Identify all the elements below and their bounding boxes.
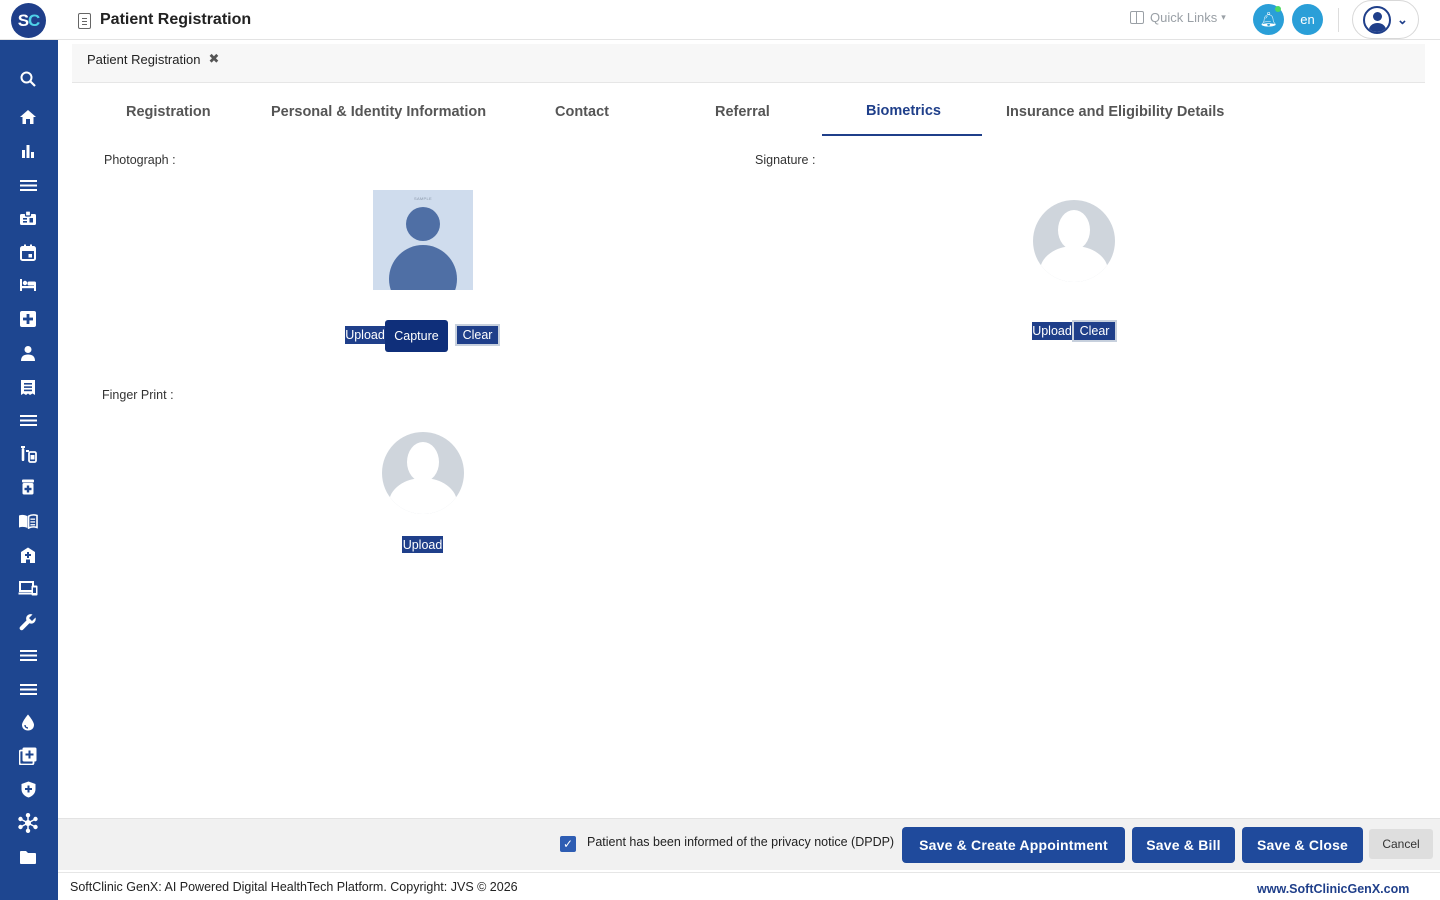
signature-clear-button[interactable]: Clear (1072, 320, 1117, 342)
folder-icon[interactable] (17, 846, 39, 868)
logo-letter-c: C (28, 10, 40, 30)
hub-icon[interactable] (17, 812, 39, 834)
menu-icon[interactable] (17, 174, 39, 196)
top-bar: SC Patient Registration Quick Links ▾ 🔔︎… (0, 0, 1440, 40)
bed-icon[interactable] (17, 274, 39, 296)
sidebar (0, 40, 58, 900)
chevron-down-icon: ⌄ (1397, 11, 1408, 27)
medical-plus-icon[interactable] (17, 308, 39, 330)
notifications-button[interactable]: 🔔︎ (1253, 4, 1284, 35)
save-close-button[interactable]: Save & Close (1242, 827, 1363, 863)
photograph-label: Photograph : (104, 153, 176, 167)
placeholder-head (1058, 210, 1090, 250)
open-tabs-strip: Patient Registration ✖ (72, 44, 1425, 83)
close-icon[interactable]: ✖ (208, 51, 219, 67)
hospital-icon[interactable] (17, 544, 39, 566)
shield-icon[interactable] (17, 778, 39, 800)
home-icon[interactable] (17, 106, 39, 128)
app-logo[interactable]: SC (11, 3, 46, 38)
tab-insurance-eligibility[interactable]: Insurance and Eligibility Details (1006, 104, 1224, 120)
tab-biometrics[interactable]: Biometrics (866, 103, 941, 119)
lab-tubes-icon[interactable] (17, 443, 39, 465)
open-tab-patient-registration[interactable]: Patient Registration ✖ (87, 51, 219, 67)
receipt-icon[interactable] (17, 376, 39, 398)
drop-icon[interactable] (17, 711, 39, 733)
tab-referral[interactable]: Referral (715, 104, 770, 120)
gift-icon (1130, 11, 1144, 24)
clipboard-icon (78, 13, 91, 29)
tab-registration[interactable]: Registration (126, 104, 211, 120)
placeholder-head (407, 442, 439, 482)
notification-dot (1275, 6, 1281, 12)
badge-icon[interactable] (17, 207, 39, 229)
footer-website-link[interactable]: www.SoftClinicGenX.com (1257, 882, 1409, 896)
wrench-icon[interactable] (17, 611, 39, 633)
page-title: Patient Registration (100, 11, 252, 28)
add-box-icon[interactable] (17, 745, 39, 767)
signature-placeholder (1033, 200, 1115, 282)
placeholder-body (389, 478, 457, 514)
medicine-icon[interactable] (17, 476, 39, 498)
photo-sample-text: SAMPLE (413, 196, 433, 201)
user-avatar-icon (1363, 5, 1391, 34)
devices-icon[interactable] (17, 577, 39, 599)
fingerprint-label: Finger Print : (102, 388, 174, 402)
dpdp-checkbox[interactable]: ✓ (560, 836, 576, 852)
photo-clear-button[interactable]: Clear (455, 324, 500, 346)
user-menu[interactable]: ⌄ (1352, 0, 1419, 39)
book-icon[interactable] (17, 510, 39, 532)
calendar-icon[interactable] (17, 241, 39, 263)
open-tab-label: Patient Registration (87, 51, 201, 67)
list-icon[interactable] (17, 409, 39, 431)
signature-upload-button[interactable]: Upload (1032, 322, 1072, 340)
photo-silhouette-body (389, 245, 457, 290)
divider (1338, 8, 1339, 32)
dpdp-label: Patient has been informed of the privacy… (587, 835, 895, 849)
footer-copyright: SoftClinic GenX: AI Powered Digital Heal… (70, 880, 518, 894)
chart-icon[interactable] (17, 140, 39, 162)
placeholder-body (1040, 246, 1108, 282)
active-tab-indicator (822, 134, 982, 136)
caret-down-icon: ▾ (1221, 12, 1226, 22)
person-icon[interactable] (17, 342, 39, 364)
save-bill-button[interactable]: Save & Bill (1132, 827, 1235, 863)
menu-icon[interactable] (17, 678, 39, 700)
bell-icon: 🔔︎ (1259, 11, 1278, 27)
photo-silhouette-head (406, 207, 440, 241)
quick-links-label: Quick Links (1150, 10, 1218, 25)
menu-icon[interactable] (17, 644, 39, 666)
photo-preview: SAMPLE (373, 190, 473, 290)
logo-letter-s: S (17, 10, 29, 30)
search-icon[interactable] (17, 68, 39, 90)
language-button[interactable]: en (1292, 4, 1323, 35)
cancel-button[interactable]: Cancel (1369, 829, 1433, 859)
tab-contact[interactable]: Contact (555, 104, 609, 120)
photo-upload-button[interactable]: Upload (345, 326, 385, 344)
photo-capture-button[interactable]: Capture (385, 320, 448, 352)
quick-links-menu[interactable]: Quick Links ▾ (1130, 10, 1226, 25)
save-create-appointment-button[interactable]: Save & Create Appointment (902, 827, 1125, 863)
tab-personal-identity[interactable]: Personal & Identity Information (271, 104, 486, 120)
fingerprint-upload-button[interactable]: Upload (402, 536, 443, 553)
fingerprint-placeholder (382, 432, 464, 514)
signature-label: Signature : (755, 153, 816, 167)
